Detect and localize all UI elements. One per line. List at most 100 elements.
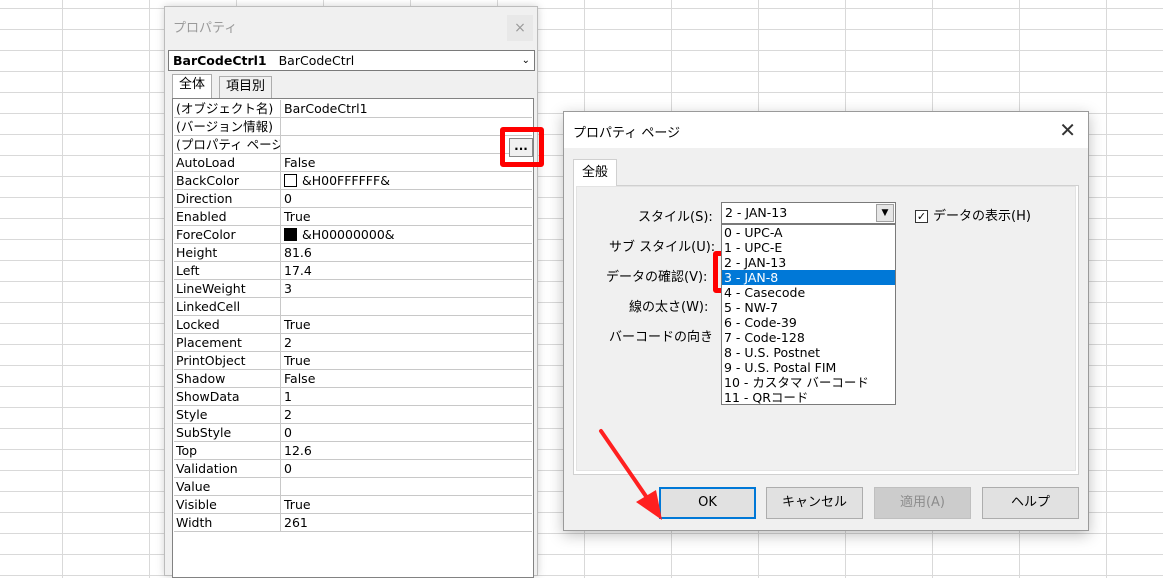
property-row[interactable]: Height 81.6	[174, 244, 532, 262]
property-row[interactable]: (オブジェクト名) BarCodeCtrl1	[174, 100, 532, 118]
property-value[interactable]: 0	[281, 460, 532, 477]
property-value[interactable]: 261	[281, 514, 532, 531]
property-row[interactable]: (プロパティ ページ)	[174, 136, 532, 154]
style-option[interactable]: 5 - NW-7	[722, 300, 895, 315]
property-row[interactable]: Locked True	[174, 316, 532, 334]
property-value[interactable]: BarCodeCtrl1	[281, 100, 532, 117]
property-name: Height	[174, 244, 281, 261]
property-value[interactable]: 0	[281, 424, 532, 441]
property-row[interactable]: LineWeight 3	[174, 280, 532, 298]
show-data-checkbox[interactable]: ✓ データの表示(H)	[915, 205, 1031, 224]
property-value-text: 12.6	[284, 443, 312, 458]
style-option[interactable]: 4 - Casecode	[722, 285, 895, 300]
tab-alphabetic[interactable]: 全体	[172, 74, 213, 98]
property-name: Enabled	[174, 208, 281, 225]
help-button[interactable]: ヘルプ	[982, 487, 1079, 519]
style-option[interactable]: 6 - Code-39	[722, 315, 895, 330]
property-value[interactable]: 12.6	[281, 442, 532, 459]
property-value[interactable]: False	[281, 370, 532, 387]
property-row[interactable]: Direction 0	[174, 190, 532, 208]
property-value[interactable]: True	[281, 352, 532, 369]
property-value[interactable]	[281, 136, 532, 153]
property-value-text: &H00FFFFFF&	[302, 173, 390, 188]
property-name: Style	[174, 406, 281, 423]
property-name: Placement	[174, 334, 281, 351]
property-value[interactable]	[281, 118, 532, 135]
property-row[interactable]: PrintObject True	[174, 352, 532, 370]
property-row[interactable]: LinkedCell	[174, 298, 532, 316]
property-name: Shadow	[174, 370, 281, 387]
property-row[interactable]: ShowData 1	[174, 388, 532, 406]
property-row[interactable]: AutoLoad False	[174, 154, 532, 172]
property-row[interactable]: (バージョン情報)	[174, 118, 532, 136]
tab-categorized[interactable]: 項目別	[219, 76, 273, 98]
color-swatch	[284, 228, 297, 241]
cancel-button[interactable]: キャンセル	[766, 487, 863, 519]
property-value[interactable]: True	[281, 316, 532, 333]
style-option[interactable]: 9 - U.S. Postal FIM	[722, 360, 895, 375]
checkbox-checked-icon[interactable]: ✓	[915, 210, 928, 223]
property-value[interactable]: 17.4	[281, 262, 532, 279]
style-option[interactable]: 8 - U.S. Postnet	[722, 345, 895, 360]
property-name: ForeColor	[174, 226, 281, 243]
property-value[interactable]	[281, 298, 532, 315]
property-value[interactable]: 81.6	[281, 244, 532, 261]
property-row[interactable]: Placement 2	[174, 334, 532, 352]
property-value[interactable]: 2	[281, 406, 532, 423]
style-select-value: 2 - JAN-13	[725, 205, 788, 220]
close-icon[interactable]: ×	[507, 15, 533, 41]
chevron-down-icon[interactable]: ▼	[876, 204, 894, 222]
property-pages-button[interactable]: ...	[509, 138, 533, 157]
property-value-text: 0	[284, 461, 292, 476]
property-value[interactable]: &H00FFFFFF&	[281, 172, 532, 189]
style-option[interactable]: 1 - UPC-E	[722, 240, 895, 255]
property-value-text: True	[284, 353, 311, 368]
property-name: Visible	[174, 496, 281, 513]
property-value[interactable]: False	[281, 154, 532, 171]
property-row[interactable]: Shadow False	[174, 370, 532, 388]
style-dropdown-list[interactable]: 0 - UPC-A 1 - UPC-E 2 - JAN-13 3 - JAN-8 4 -…	[721, 224, 896, 405]
property-row[interactable]: Top 12.6	[174, 442, 532, 460]
property-row[interactable]: Left 17.4	[174, 262, 532, 280]
property-value[interactable]: True	[281, 208, 532, 225]
property-name: Locked	[174, 316, 281, 333]
style-select[interactable]: 2 - JAN-13 ▼	[721, 202, 896, 224]
property-value[interactable]: 2	[281, 334, 532, 351]
property-value[interactable]	[281, 478, 532, 495]
style-option[interactable]: 2 - JAN-13	[722, 255, 895, 270]
property-row[interactable]: BackColor &H00FFFFFF&	[174, 172, 532, 190]
apply-button[interactable]: 適用(A)	[874, 487, 971, 519]
style-option[interactable]: 7 - Code-128	[722, 330, 895, 345]
property-value[interactable]: &H00000000&	[281, 226, 532, 243]
property-value-text: 3	[284, 281, 292, 296]
style-option[interactable]: 0 - UPC-A	[722, 225, 895, 240]
style-option[interactable]: 3 - JAN-8	[722, 270, 895, 285]
property-grid: (オブジェクト名) BarCodeCtrl1 (バージョン情報) (プロパティ ページ…	[172, 98, 534, 578]
property-row[interactable]: Enabled True	[174, 208, 532, 226]
object-selector[interactable]: BarCodeCtrl1 BarCodeCtrl ⌄	[168, 50, 535, 71]
ok-button[interactable]: OK	[659, 487, 756, 519]
property-row[interactable]: Visible True	[174, 496, 532, 514]
style-option[interactable]: 11 - QRコード	[722, 390, 895, 405]
property-row[interactable]: Validation 0	[174, 460, 532, 478]
property-name: LineWeight	[174, 280, 281, 297]
tab-general[interactable]: 全般	[573, 159, 618, 186]
property-value[interactable]: True	[281, 496, 532, 513]
property-row[interactable]: Value	[174, 478, 532, 496]
property-row[interactable]: ForeColor &H00000000&	[174, 226, 532, 244]
close-icon[interactable]: ✕	[1059, 118, 1076, 142]
property-row[interactable]: Style 2	[174, 406, 532, 424]
property-row[interactable]: Width 261	[174, 514, 532, 532]
color-swatch	[284, 174, 297, 187]
property-name: (オブジェクト名)	[174, 100, 281, 117]
property-value[interactable]: 1	[281, 388, 532, 405]
property-value[interactable]: 0	[281, 190, 532, 207]
property-name: Direction	[174, 190, 281, 207]
properties-window: プロパティ × BarCodeCtrl1 BarCodeCtrl ⌄ 全体 項目…	[164, 6, 538, 578]
chevron-down-icon[interactable]: ⌄	[522, 51, 530, 70]
style-option[interactable]: 10 - カスタマ バーコード	[722, 375, 895, 390]
property-name: Value	[174, 478, 281, 495]
property-row[interactable]: SubStyle 0	[174, 424, 532, 442]
property-value[interactable]: 3	[281, 280, 532, 297]
object-type: BarCodeCtrl	[278, 53, 355, 68]
